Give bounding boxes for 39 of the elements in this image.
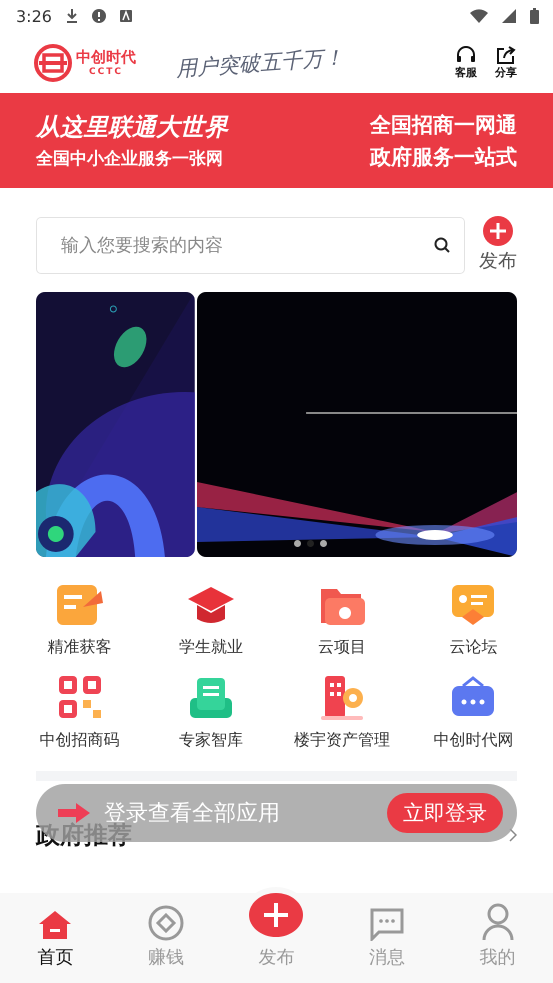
app-shortcut[interactable]: 中创时代网 xyxy=(408,674,539,751)
battery-icon xyxy=(530,8,539,24)
hero-title: 从这里联通大世界 xyxy=(36,112,228,143)
arrow-icon xyxy=(58,802,90,824)
app-shortcut[interactable]: 中创招商码 xyxy=(14,674,146,751)
app-shortcut[interactable]: 楼宇资产管理 xyxy=(276,674,408,751)
home-icon xyxy=(37,909,74,941)
hero-subtitle: 全国中小企业服务一张网 xyxy=(36,148,224,170)
hero-line: 政府服务一站式 xyxy=(370,144,517,170)
app-shortcut[interactable]: 云论坛 xyxy=(408,581,539,658)
app-shortcut[interactable]: 精准获客 xyxy=(14,581,146,658)
person-icon xyxy=(482,903,514,941)
app-shortcut[interactable]: 云项目 xyxy=(276,581,408,658)
app-shortcut[interactable]: 学生就业 xyxy=(145,581,276,658)
share-icon xyxy=(495,45,517,65)
download-icon xyxy=(66,9,78,23)
headset-icon xyxy=(455,45,477,65)
keyboard-icon xyxy=(120,10,132,22)
tab-bar-item[interactable]: 首页 xyxy=(0,893,111,983)
logo-subtitle: CCTC xyxy=(89,67,123,77)
search-icon xyxy=(434,237,450,253)
message-icon xyxy=(369,907,406,941)
header-action[interactable]: 分享 xyxy=(495,45,517,80)
search-field[interactable]: 输入您要搜索的内容 xyxy=(36,216,465,274)
logo-icon xyxy=(34,44,72,82)
publish-button[interactable]: 发布 xyxy=(479,216,517,274)
alert-icon xyxy=(92,9,106,23)
chevron-right-icon xyxy=(509,828,517,842)
plus-icon xyxy=(483,216,513,246)
status-time: 3:26 xyxy=(16,6,52,26)
coin-icon xyxy=(148,905,184,941)
slogan: 用户突破五千万！ xyxy=(175,44,345,82)
signal-icon xyxy=(502,9,516,23)
app-shortcut[interactable]: 专家智库 xyxy=(145,674,276,751)
logo-text: 中创时代 xyxy=(76,48,136,67)
header-action[interactable]: 客服 xyxy=(455,45,477,80)
hero-line: 全国招商一网通 xyxy=(370,112,517,138)
wifi-icon xyxy=(470,9,488,23)
login-button[interactable]: 立即登录 xyxy=(387,793,503,833)
